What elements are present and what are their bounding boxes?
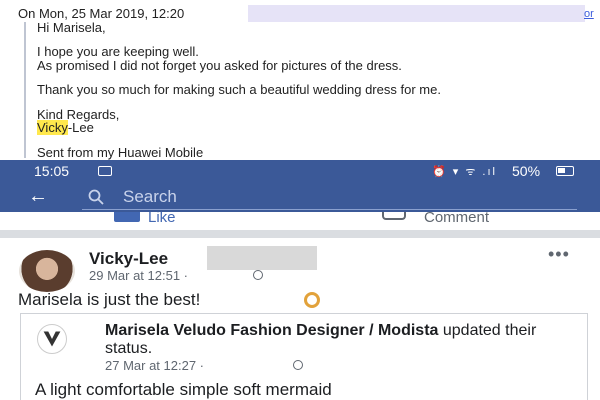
arrow-left-icon[interactable]: ← (28, 185, 48, 208)
email-line-3: Thank you so much for making such a beau… (37, 82, 441, 97)
battery-icon (556, 166, 574, 176)
shared-time[interactable]: 27 Mar at 12:27 · (105, 358, 204, 373)
globe-icon (253, 270, 263, 280)
battery-percent: 50% (512, 163, 541, 179)
email-line-2: As promised I did not forget you asked f… (37, 58, 402, 73)
email-header-link[interactable]: or (584, 8, 594, 20)
shared-post-header: Marisela Veludo Fashion Designer / Modis… (105, 322, 575, 358)
page-logo-icon[interactable] (37, 324, 67, 354)
more-options-icon[interactable]: ••• (548, 244, 570, 265)
search-underline (82, 209, 577, 210)
email-footer: Sent from my Huawei Mobile (37, 145, 204, 160)
signal-icons: ⏰ ▾ ᯤ .ıl (432, 166, 497, 178)
status-bar: 15:05 ⏰ ▾ ᯤ .ıl 50% (0, 160, 600, 182)
signature-rest: -Lee (67, 120, 94, 135)
avatar[interactable] (19, 250, 75, 292)
post-author[interactable]: Vicky-Lee (89, 249, 168, 269)
email-header: On Mon, 25 Mar 2019, 12:20 (18, 6, 185, 21)
search-icon (88, 189, 104, 205)
post-actions: Like Comment (0, 212, 600, 230)
post-text: Marisela is just the best! (18, 290, 201, 309)
email-greeting: Hi Marisela, (37, 20, 106, 35)
feed-divider (0, 230, 600, 238)
search-bar: ← Search (0, 182, 600, 212)
email-view: On Mon, 25 Mar 2019, 12:20 or Hi Marisel… (0, 0, 600, 160)
search-input[interactable]: Search (123, 187, 177, 207)
shared-post[interactable]: Marisela Veludo Fashion Designer / Modis… (20, 313, 588, 400)
comment-button[interactable]: Comment (424, 212, 489, 226)
page-name[interactable]: Marisela Veludo Fashion Designer / Modis… (105, 322, 438, 339)
post-time[interactable]: 29 Mar at 12:51 · (89, 268, 188, 283)
like-icon[interactable] (114, 212, 140, 222)
comment-icon[interactable] (382, 212, 406, 220)
quote-bar (24, 22, 26, 158)
globe-icon (293, 360, 303, 370)
ring-emoji-icon (304, 292, 320, 308)
redacted-sender (248, 5, 585, 22)
like-button[interactable]: Like (148, 212, 176, 226)
email-line-1: I hope you are keeping well. (37, 44, 199, 59)
post: Vicky-Lee 29 Mar at 12:51 · ••• Marisela… (0, 238, 600, 400)
message-icon (98, 166, 112, 176)
status-time: 15:05 (34, 163, 70, 179)
email-signature: Vicky-Lee (37, 120, 94, 135)
redacted-surname (207, 246, 317, 270)
shared-text: A light comfortable simple soft mermaid (35, 380, 332, 399)
signature-highlight: Vicky (37, 120, 68, 135)
